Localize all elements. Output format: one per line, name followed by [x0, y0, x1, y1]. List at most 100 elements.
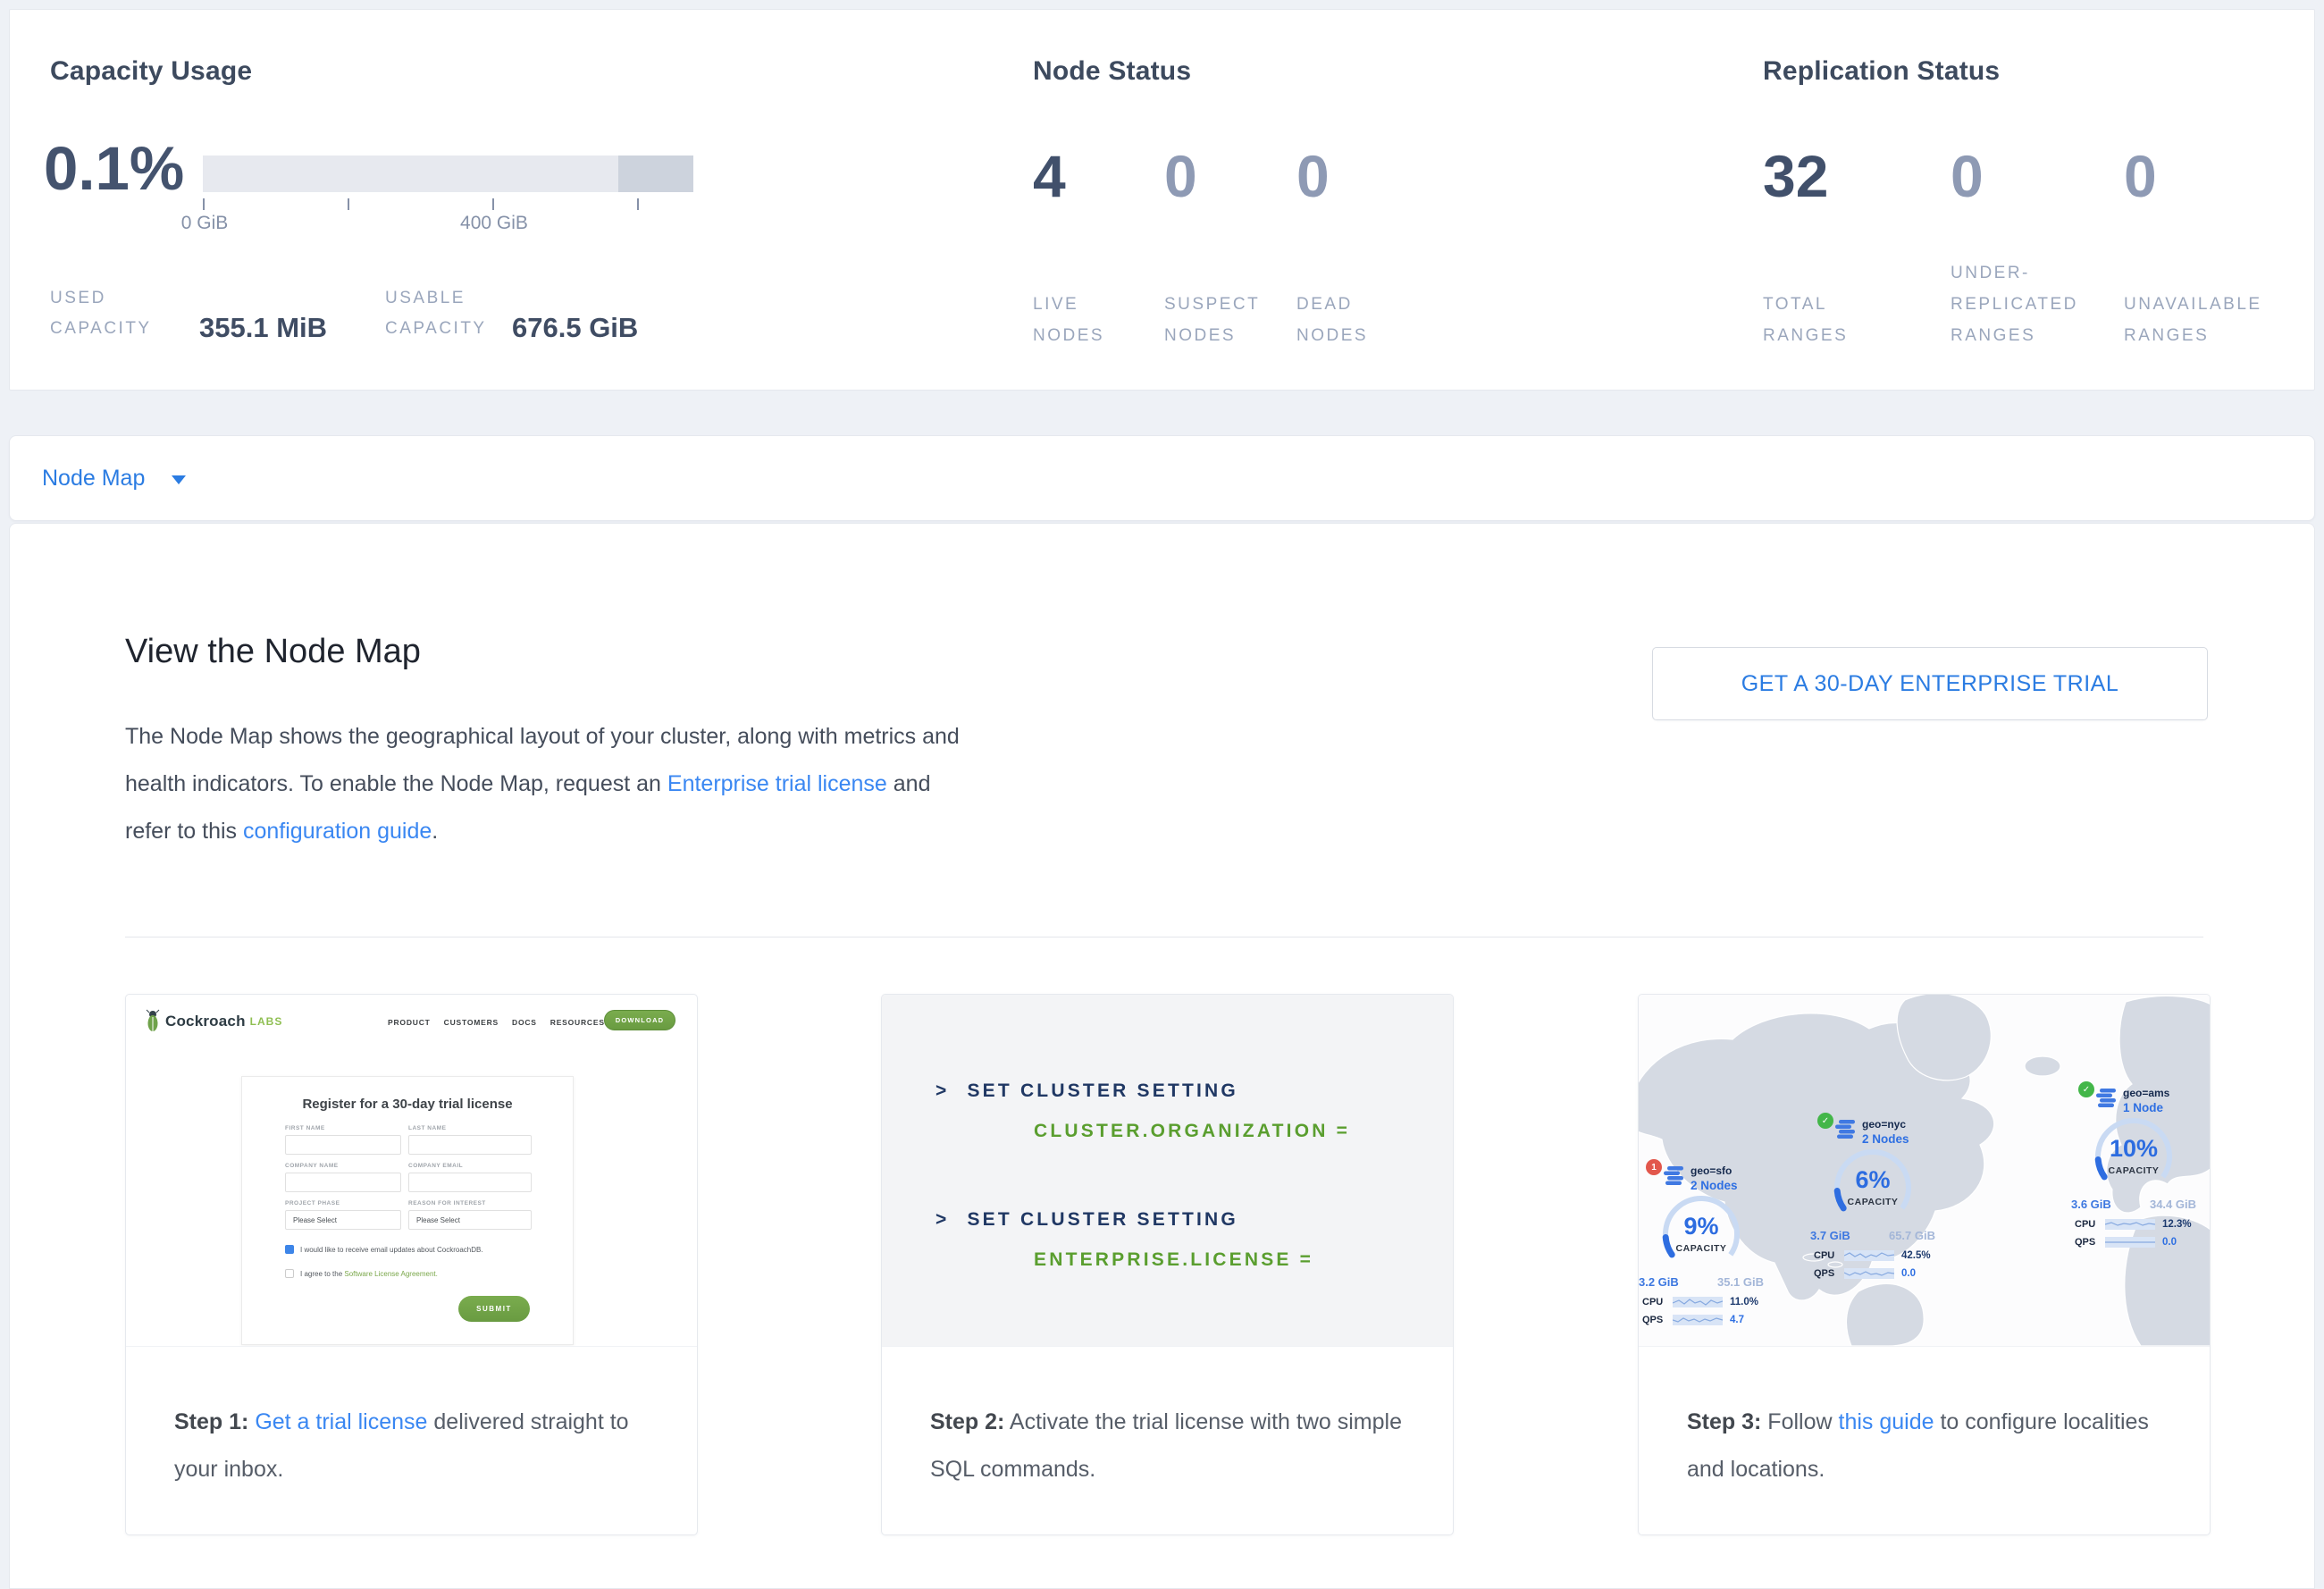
get-enterprise-trial-button[interactable]: GET A 30-DAY ENTERPRISE TRIAL [1652, 647, 2208, 720]
usable-capacity-value: 676.5 GiB [512, 311, 638, 344]
replication-status-title: Replication Status [1763, 56, 2000, 87]
capacity-gauge: 10% CAPACITY [2087, 1114, 2180, 1196]
capacity-percent: 10% [2087, 1135, 2180, 1163]
capacity-percent: 6% [1826, 1166, 1919, 1194]
total-ranges-stat: 32 TOTALRANGES [1763, 135, 1937, 351]
nav-resources: RESOURCES [550, 1018, 605, 1027]
replication-status-group: 32 TOTALRANGES 0 UNDER-REPLICATEDRANGES … [1763, 135, 2317, 351]
capacity-bar-chart: 0 GiB 400 GiB [203, 156, 693, 254]
used-capacity-value: 355.1 MiB [199, 311, 385, 344]
capacity-usage-title: Capacity Usage [50, 56, 252, 87]
cpu-label: CPU [2075, 1219, 2105, 1230]
error-badge-icon: 1 [1646, 1159, 1662, 1175]
healthy-badge-icon: ✓ [2078, 1081, 2094, 1097]
node-status-title: Node Status [1033, 56, 1191, 87]
last-name-field: LAST NAME [408, 1125, 532, 1155]
axis-tick [203, 198, 205, 210]
step3-caption: Step 3: Follow this guide to configure l… [1639, 1347, 2210, 1493]
checkbox-empty-icon [285, 1269, 294, 1278]
qps-value: 0.0 [2162, 1237, 2177, 1248]
usable-capacity-label: USABLE CAPACITY [385, 283, 512, 344]
this-guide-link[interactable]: this guide [1839, 1409, 1934, 1434]
cpu-sparkline [2105, 1219, 2155, 1230]
cpu-sparkline [1673, 1297, 1723, 1307]
project-phase-select: PROJECT PHASEPlease Select [285, 1200, 401, 1230]
roach-icon [146, 1009, 160, 1033]
capacity-percent: 0.1% [44, 124, 184, 214]
license-agreement-checkbox-row: I agree to the Software License Agreemen… [285, 1269, 438, 1278]
suspect-nodes-stat: 0 SUSPECTNODES [1164, 135, 1294, 351]
capacity-word: CAPACITY [1826, 1197, 1919, 1207]
step1-card: Cockroach LABS PRODUCT CUSTOMERS DOCS RE… [125, 994, 698, 1535]
qps-label: QPS [1642, 1315, 1673, 1325]
qps-value: 0.0 [1901, 1268, 1916, 1279]
nav-product: PRODUCT [388, 1018, 431, 1027]
capacity-percent: 9% [1655, 1213, 1748, 1240]
locality-name: geo=sfo [1691, 1164, 1738, 1178]
total-gib: 35.1 GiB [1717, 1275, 1764, 1289]
qps-value: 4.7 [1730, 1315, 1744, 1325]
axis-tick-label: 0 GiB [181, 213, 229, 234]
axis-tick [637, 198, 639, 210]
locality-name: geo=ams [2123, 1087, 2169, 1100]
node-status-group: 4 LIVENODES 0 SUSPECTNODES 0 DEADNODES [1033, 135, 1462, 351]
cpu-value: 11.0% [1730, 1297, 1758, 1307]
database-stack-icon [1835, 1120, 1857, 1139]
qps-sparkline [1673, 1315, 1723, 1325]
live-nodes-stat: 4 LIVENODES [1033, 135, 1162, 351]
enterprise-trial-license-link[interactable]: Enterprise trial license [667, 771, 887, 796]
database-stack-icon [1664, 1166, 1685, 1186]
database-stack-icon [2096, 1089, 2118, 1108]
qps-label: QPS [2075, 1237, 2105, 1248]
qps-sparkline [1844, 1268, 1894, 1279]
total-gib: 34.4 GiB [2150, 1198, 2196, 1211]
total-gib: 65.7 GiB [1889, 1229, 1935, 1242]
chevron-down-icon[interactable] [172, 475, 186, 484]
checkbox-checked-icon [285, 1245, 294, 1254]
capacity-gauge: 6% CAPACITY [1826, 1145, 1919, 1227]
under-replicated-ranges-stat: 0 UNDER-REPLICATEDRANGES [1951, 135, 2125, 351]
company-name-field: COMPANY NAME [285, 1163, 401, 1192]
mini-download-button: DOWNLOAD [604, 1010, 675, 1030]
nav-docs: DOCS [512, 1018, 537, 1027]
email-updates-checkbox-row: I would like to receive email updates ab… [285, 1245, 483, 1254]
trial-registration-form: Register for a 30-day trial license FIRS… [241, 1076, 574, 1345]
view-selector-dropdown[interactable]: Node Map [42, 466, 145, 492]
axis-tick-label: 400 GiB [460, 213, 528, 234]
get-trial-license-link[interactable]: Get a trial license [255, 1409, 427, 1434]
configuration-guide-link[interactable]: configuration guide [243, 819, 432, 844]
node-map-empty-state: View the Node Map The Node Map shows the… [9, 523, 2315, 1589]
cpu-sparkline [1844, 1250, 1894, 1261]
software-license-agreement-link: Software License Agreement. [344, 1270, 438, 1278]
locality-name: geo=nyc [1862, 1118, 1909, 1131]
dead-nodes-stat: 0 DEADNODES [1296, 135, 1426, 351]
capacity-word: CAPACITY [2087, 1165, 2180, 1176]
cpu-label: CPU [1642, 1297, 1673, 1307]
sql-commands-illustration: >SET CLUSTER SETTING CLUSTER.ORGANIZATIO… [882, 995, 1453, 1347]
unavailable-ranges-stat: 0 UNAVAILABLERANGES [2124, 135, 2303, 351]
node-map-preview: 1 geo=sfo 2 Nodes [1639, 995, 2210, 1347]
axis-tick [348, 198, 349, 210]
step3-card: 1 geo=sfo 2 Nodes [1638, 994, 2211, 1535]
capacity-word: CAPACITY [1655, 1243, 1748, 1254]
healthy-badge-icon: ✓ [1817, 1113, 1833, 1129]
page-title: View the Node Map [125, 633, 421, 671]
step1-caption: Step 1: Get a trial license delivered st… [126, 1347, 697, 1493]
cpu-label: CPU [1814, 1250, 1844, 1261]
node-map-description: The Node Map shows the geographical layo… [125, 713, 961, 855]
step2-card: >SET CLUSTER SETTING CLUSTER.ORGANIZATIO… [881, 994, 1454, 1535]
qps-sparkline [2105, 1237, 2155, 1248]
qps-label: QPS [1814, 1268, 1844, 1279]
capacity-bar-used-segment [618, 156, 693, 192]
company-email-field: COMPANY EMAIL [408, 1163, 532, 1192]
cpu-value: 12.3% [2162, 1219, 2192, 1230]
used-gib: 3.7 GiB [1810, 1229, 1850, 1242]
nav-customers: CUSTOMERS [444, 1018, 499, 1027]
capacity-gauge: 9% CAPACITY [1655, 1191, 1748, 1274]
trial-license-signup-screenshot: Cockroach LABS PRODUCT CUSTOMERS DOCS RE… [126, 995, 697, 1347]
used-gib: 3.2 GiB [1639, 1275, 1679, 1289]
first-name-field: FIRST NAME [285, 1125, 401, 1155]
cpu-value: 42.5% [1901, 1250, 1931, 1261]
used-capacity-label: USED CAPACITY [50, 283, 199, 344]
reason-for-interest-select: REASON FOR INTERESTPlease Select [408, 1200, 532, 1230]
